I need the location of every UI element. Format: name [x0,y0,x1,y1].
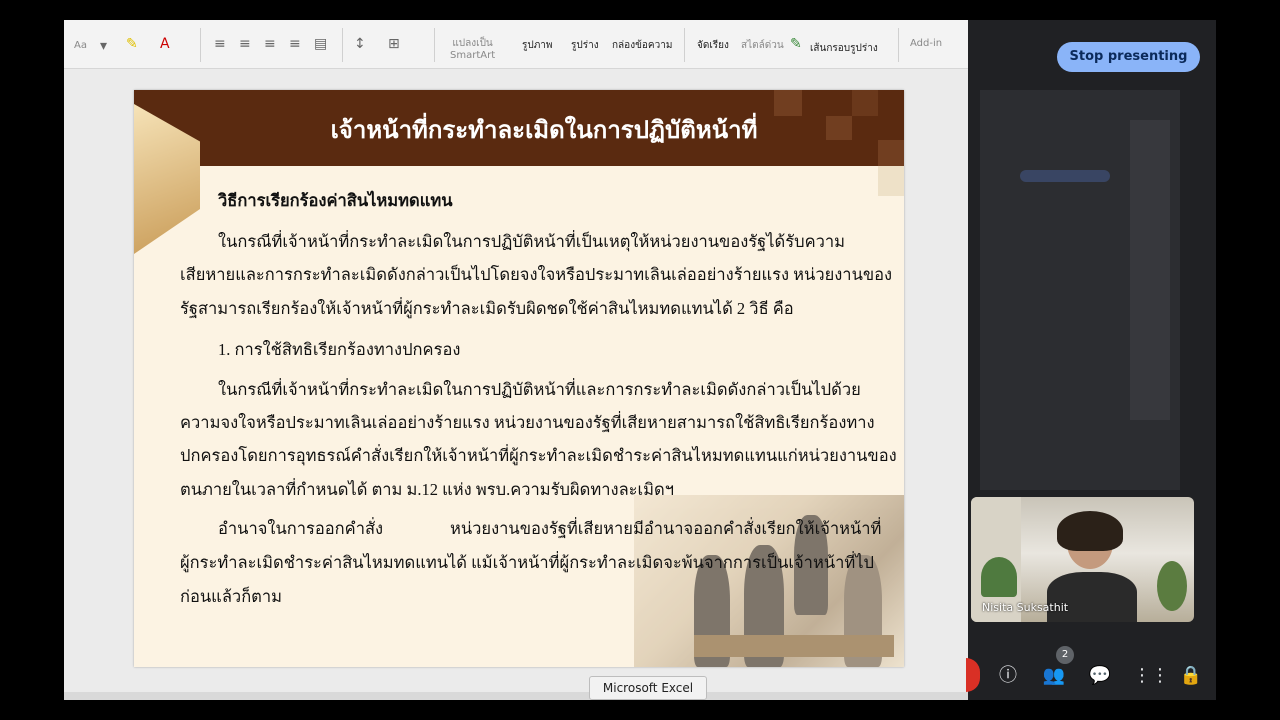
shape-outline-button[interactable]: เส้นกรอบรูปร่าง [810,41,878,56]
body-line: ปกครองโดยการอุทธรณ์คำสั่งเรียกให้เจ้าหน้… [180,446,897,465]
slide-title: เจ้าหน้าที่กระทำละเมิดในการปฏิบัติหน้าที… [330,115,758,144]
status-bar [64,692,968,700]
plant [1157,561,1187,611]
chat-icon[interactable]: 💬 [1088,664,1112,688]
participant-body [1047,572,1137,622]
preview-stop-button [1020,170,1110,182]
line-spacing-icon[interactable]: ↕ [354,36,366,52]
decor-tile [878,166,904,196]
highlight-icon[interactable]: ✎ [126,36,138,52]
font-color-icon[interactable]: A [160,36,170,52]
preview-sidebar [1130,120,1170,420]
powerpoint-window: Aa ▾ ✎ A ≡ ≡ ≡ ≡ ▤ ↕ ⊞ แปลงเป็น SmartArt… [64,20,968,700]
stop-presenting-button[interactable]: Stop presenting [1057,42,1200,72]
numbered-item: 1. การใช้สิทธิเรียกร้องทางปกครอง [218,340,461,359]
taskbar-tooltip: Microsoft Excel [589,676,707,700]
divider [898,28,899,62]
font-size-button[interactable]: Aa [74,40,87,51]
presentation-preview [980,90,1180,490]
slide-canvas: เจ้าหน้าที่กระทำละเมิดในการปฏิบัติหน้าที… [64,69,968,700]
align-center-icon[interactable]: ≡ [239,36,251,52]
addin-button[interactable]: Add-in [910,38,942,49]
divider [434,28,435,62]
align-left-icon[interactable]: ≡ [214,36,226,52]
quick-styles-button[interactable]: สไตล์ด่วน [741,38,784,53]
participant-hair [1057,511,1123,551]
body-line: ก่อนแล้วก็ตาม [180,587,283,606]
body-line: รัฐสามารถเรียกร้องให้เจ้าหน้าที่ผู้กระทำ… [180,299,794,318]
divider [684,28,685,62]
decor-tile [852,90,878,116]
activities-icon[interactable]: ⋮⋮ [1133,664,1169,688]
picture-button[interactable]: รูปภาพ [522,38,553,53]
plant [981,557,1017,597]
slide[interactable]: เจ้าหน้าที่กระทำละเมิดในการปฏิบัติหน้าที… [134,90,904,667]
shape-button[interactable]: รูปร่าง [571,38,599,53]
body-line: หน่วยงานของรัฐที่เสียหายมีอำนาจออกคำสั่ง… [450,519,882,538]
table-surface [694,635,894,657]
divider [200,28,201,62]
body-line: ในกรณีที่เจ้าหน้าที่กระทำละเมิดในการปฏิบ… [218,380,861,399]
body-line: เสียหายและการกระทำละเมิดดังกล่าวเป็นไปโด… [180,265,893,284]
people-count-badge: 2 [1056,646,1074,664]
divider [342,28,343,62]
people-icon[interactable]: 👥 [1042,664,1066,688]
align-right-icon[interactable]: ≡ [264,36,276,52]
body-line: ในกรณีที่เจ้าหน้าที่กระทำละเมิดในการปฏิบ… [218,232,846,251]
participant-name: Nisita Suksathit [982,601,1069,614]
slide-heading: วิธีการเรียกร้องค่าสินไหมทดแทน [218,191,453,210]
decor-tile [878,140,904,166]
body-line: ความจงใจหรือประมาทเลินเล่ออย่างร้ายแรง ห… [180,413,875,432]
textbox-button[interactable]: กล่องข้อความ [612,38,672,53]
host-controls-icon[interactable]: 🔒 [1179,664,1203,688]
body-line: อำนาจในการออกคำสั่ง [218,519,384,538]
arrange-button[interactable]: จัดเรียง [697,38,729,53]
body-line: ตนภายในเวลาที่กำหนดได้ ตาม ม.12 แห่ง พรบ… [180,480,675,499]
convert-smartart-button[interactable]: แปลงเป็น SmartArt [450,38,495,62]
body-line: ผู้กระทำละเมิดชำระค่าสินไหมทดแทนได้ แม้เ… [180,553,875,572]
columns-icon[interactable]: ▤ [314,36,327,52]
outline-pen-icon: ✎ [790,36,802,52]
justify-icon[interactable]: ≡ [289,36,301,52]
chevron-down-icon[interactable]: ▾ [100,38,107,54]
text-box-align-icon[interactable]: ⊞ [388,36,400,52]
ribbon-toolbar: Aa ▾ ✎ A ≡ ≡ ≡ ≡ ▤ ↕ ⊞ แปลงเป็น SmartArt… [64,20,968,69]
info-icon[interactable]: ⓘ [996,664,1020,688]
